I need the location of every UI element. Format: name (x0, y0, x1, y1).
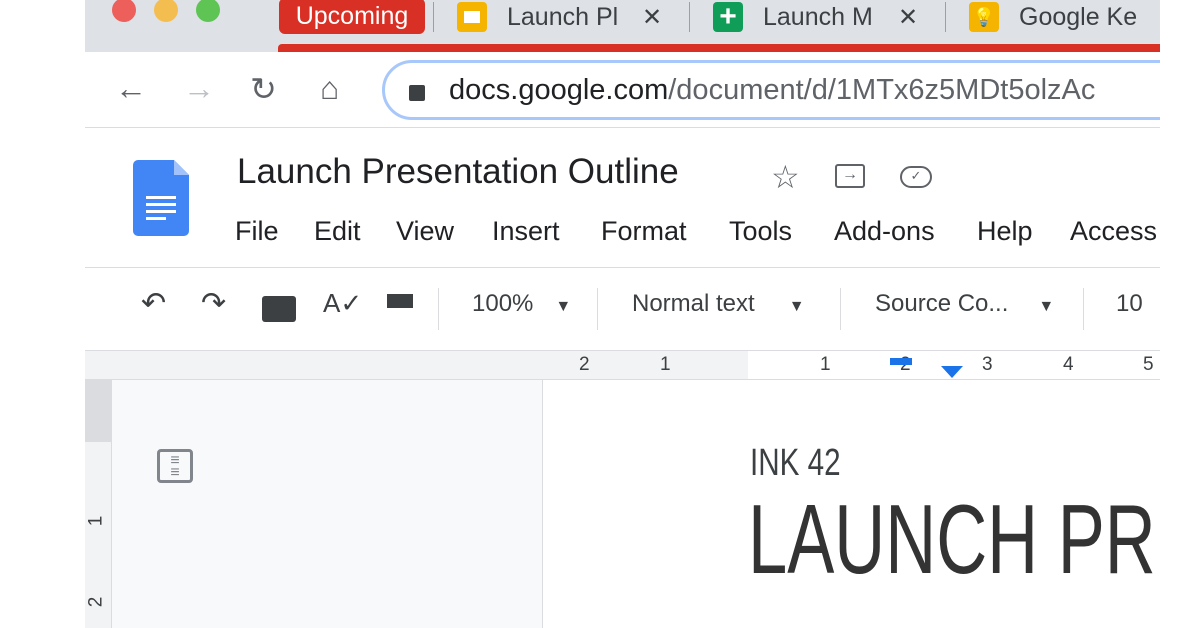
ruler-label: 1 (820, 354, 831, 375)
print-icon[interactable] (262, 296, 296, 322)
menu-accessibility[interactable]: Access (1070, 216, 1157, 247)
font-size-input[interactable]: 10 (1116, 290, 1143, 318)
forward-icon[interactable]: → (183, 70, 215, 107)
spellcheck-icon[interactable]: A✓ (323, 288, 362, 319)
tab-label: Launch Pl (507, 2, 619, 31)
menu-insert[interactable]: Insert (492, 216, 560, 247)
close-tab-icon[interactable]: ✕ (642, 3, 662, 32)
chevron-down-icon: ▼ (788, 298, 805, 315)
style-select[interactable]: Normal text ▼ (632, 290, 805, 318)
toolbar-divider (840, 288, 841, 330)
tab-divider (689, 2, 690, 32)
toolbar-divider (597, 288, 598, 330)
move-folder-icon[interactable]: → (835, 164, 865, 188)
reload-icon[interactable]: ↻ (250, 70, 277, 108)
docs-logo-icon[interactable] (133, 160, 189, 236)
tab-launch-slides[interactable]: Launch Pl ✕ (457, 0, 687, 34)
tab-group-indicator (278, 44, 1160, 52)
menu-add-ons[interactable]: Add-ons (834, 216, 935, 247)
tab-label: Google Ke (1019, 2, 1138, 31)
browser-window: Upcoming Launch Pl ✕ + Launch M ✕ 💡 Goog… (85, 0, 1160, 628)
tab-upcoming[interactable]: Upcoming (279, 0, 425, 34)
tab-divider (433, 2, 434, 32)
slides-icon (457, 2, 487, 32)
style-value: Normal text (632, 290, 755, 317)
url-host: docs.google.com (449, 73, 669, 106)
menu-help[interactable]: Help (977, 216, 1033, 247)
chevron-down-icon: ▼ (1038, 298, 1055, 315)
star-icon[interactable]: ☆ (771, 158, 800, 196)
ruler-label: 5 (1143, 354, 1154, 375)
tab-label: Upcoming (295, 1, 409, 30)
keep-icon: 💡 (969, 2, 999, 32)
ruler-label: 1 (660, 354, 671, 375)
ruler-label: 4 (1063, 354, 1074, 375)
url-path: /document/d/1MTx6z5MDt5olzAc (668, 73, 1096, 106)
tab-label: Launch M (763, 2, 873, 31)
page-kicker: INK 42 (750, 442, 841, 484)
document-title[interactable]: Launch Presentation Outline (237, 152, 679, 192)
ruler-label: 1 (85, 515, 107, 527)
ruler-label: 3 (982, 354, 993, 375)
docs-header (85, 128, 1160, 268)
toolbar-divider (438, 288, 439, 330)
menu-view[interactable]: View (396, 216, 454, 247)
first-line-indent-handle[interactable] (890, 358, 912, 365)
menu-file[interactable]: File (235, 216, 279, 247)
page-heading: LAUNCH PR (748, 484, 1156, 594)
paint-format-icon[interactable] (387, 294, 413, 308)
zoom-value: 100% (472, 290, 534, 317)
cloud-saved-icon[interactable]: ✓ (900, 166, 932, 188)
home-icon[interactable]: ⌂ (320, 70, 339, 107)
lock-icon (409, 85, 425, 101)
ruler-label: 2 (579, 354, 590, 375)
redo-icon[interactable]: ↷ (201, 286, 226, 321)
left-indent-handle[interactable] (941, 366, 963, 378)
tab-launch-sheets[interactable]: + Launch M ✕ (713, 0, 943, 34)
chevron-down-icon: ▼ (555, 298, 572, 315)
menu-tools[interactable]: Tools (729, 216, 792, 247)
menu-format[interactable]: Format (601, 216, 687, 247)
toolbar-divider (1083, 288, 1084, 330)
font-value: Source Co... (875, 290, 1009, 317)
tab-google-keep[interactable]: 💡 Google Ke (969, 0, 1160, 34)
document-canvas (112, 380, 543, 628)
sheets-icon: + (713, 0, 743, 33)
zoom-select[interactable]: 100% ▼ (472, 290, 571, 318)
url-input[interactable]: docs.google.com/document/d/1MTx6z5MDt5ol… (382, 60, 1160, 120)
vertical-ruler-margin (85, 380, 111, 442)
close-tab-icon[interactable]: ✕ (898, 3, 918, 32)
font-select[interactable]: Source Co... ▼ (875, 290, 1054, 318)
back-icon[interactable]: ← (115, 70, 147, 107)
document-outline-icon[interactable]: ≡ ≡ (157, 449, 193, 483)
tab-divider (945, 2, 946, 32)
menu-edit[interactable]: Edit (314, 216, 361, 247)
undo-icon[interactable]: ↶ (141, 286, 166, 321)
ruler-label: 2 (85, 596, 107, 608)
